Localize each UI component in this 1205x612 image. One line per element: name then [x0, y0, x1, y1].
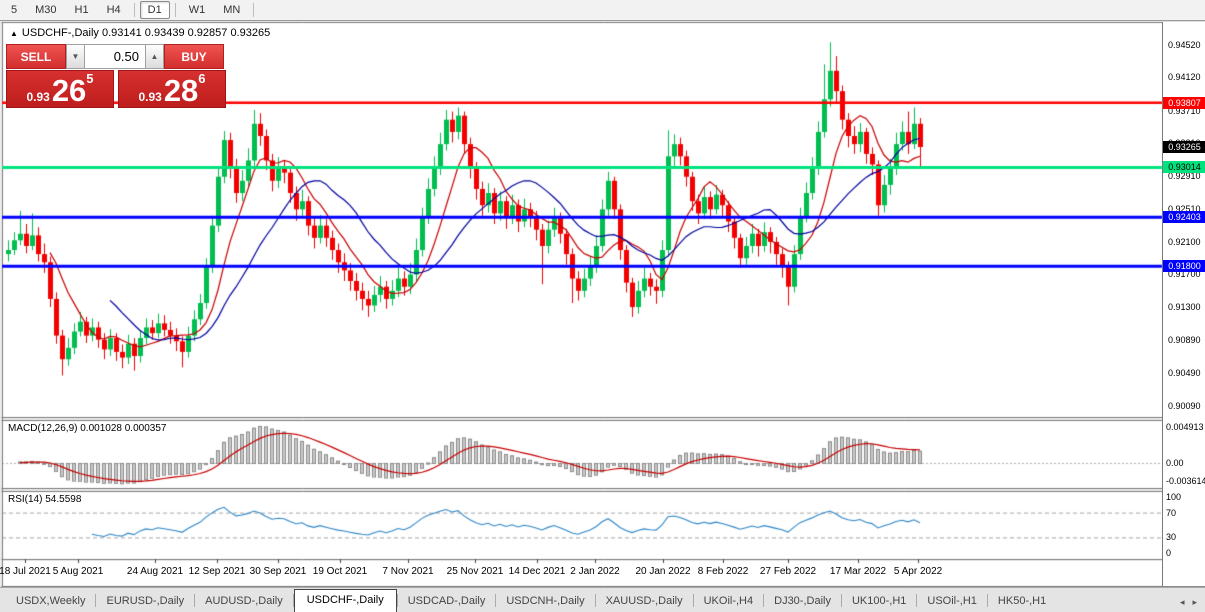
macd-axis-min: -0.003614 — [1166, 476, 1205, 486]
tab-eurusd-daily[interactable]: EURUSD-,Daily — [96, 591, 194, 612]
price-axis-tick: 0.90090 — [1168, 401, 1201, 411]
date-label: 14 Dec 2021 — [509, 566, 566, 577]
buy-price-big: 28 — [164, 78, 198, 104]
tab-usdchf-daily[interactable]: USDCHF-,Daily — [294, 589, 397, 612]
price-axis-tick: 0.94120 — [1168, 72, 1201, 82]
trading-platform-window: 5M30H1H4D1W1MN ▲USDCHF-,Daily 0.93141 0.… — [0, 0, 1205, 612]
date-label: 8 Feb 2022 — [698, 566, 749, 577]
date-label: 2 Jan 2022 — [570, 566, 620, 577]
price-badge-0.91800: 0.91800 — [1163, 260, 1205, 272]
price-axis-tick: 0.92100 — [1168, 237, 1201, 247]
timeframe-button-w1[interactable]: W1 — [181, 1, 214, 19]
sell-price-sup: 5 — [86, 73, 93, 85]
chart-header: ▲ USDCHF-,Daily 0.93141 0.93439 0.92857 0… — [10, 27, 270, 39]
one-click-trading-widget: SELL ▼ ▲ BUY 0.93 26 5 0.93 28 6 — [6, 44, 228, 108]
date-label: 18 Jul 2021 — [0, 566, 51, 577]
sell-price-prefix: 0.93 — [26, 90, 49, 104]
tab-usoil-h1[interactable]: USOil-,H1 — [917, 591, 987, 612]
tab-scroll-buttons: ◂▸ — [1176, 596, 1201, 609]
date-label: 25 Nov 2021 — [447, 566, 504, 577]
volume-input[interactable] — [85, 44, 145, 69]
buy-price-display[interactable]: 0.93 28 6 — [118, 70, 226, 108]
tab-scroll-right-button[interactable]: ▸ — [1188, 596, 1201, 609]
tab-audusd-daily[interactable]: AUDUSD-,Daily — [195, 591, 293, 612]
tab-usdcnh-daily[interactable]: USDCNH-,Daily — [496, 591, 594, 612]
date-label: 19 Oct 2021 — [313, 566, 367, 577]
timeframe-button-h1[interactable]: H1 — [67, 1, 97, 19]
chart-ohlc-values: 0.93141 0.93439 0.92857 0.93265 — [102, 27, 270, 39]
price-axis-tick: 0.90890 — [1168, 335, 1201, 345]
price-axis-tick: 0.90490 — [1168, 368, 1201, 378]
price-badge-0.93014: 0.93014 — [1163, 161, 1205, 173]
rsi-axis-100: 100 — [1166, 492, 1181, 502]
date-label: 20 Jan 2022 — [635, 566, 690, 577]
price-axis-tick: 0.94520 — [1168, 40, 1201, 50]
chart-title: USDCHF-,Daily — [22, 27, 99, 39]
sell-price-big: 26 — [52, 78, 86, 104]
sell-price-display[interactable]: 0.93 26 5 — [6, 70, 114, 108]
price-badge-0.93265: 0.93265 — [1163, 141, 1205, 153]
price-badge-0.93807: 0.93807 — [1163, 97, 1205, 109]
chart-tab-bar: USDX,WeeklyEURUSD-,DailyAUDUSD-,DailyUSD… — [0, 587, 1205, 612]
toolbar-separator — [175, 3, 176, 17]
rsi-axis-30: 30 — [1166, 532, 1176, 542]
tab-ukoil-h4[interactable]: UKOil-,H4 — [694, 591, 764, 612]
timeframe-button-5[interactable]: 5 — [3, 1, 25, 19]
tab-usdx-weekly[interactable]: USDX,Weekly — [6, 591, 95, 612]
macd-axis-max: 0.004913 — [1166, 422, 1204, 432]
tab-scroll-left-button[interactable]: ◂ — [1176, 596, 1189, 609]
buy-button[interactable]: BUY — [164, 44, 224, 69]
timeframe-button-d1[interactable]: D1 — [140, 1, 170, 19]
price-axis: 0.945200.941200.937100.933100.929100.925… — [1162, 22, 1205, 586]
tab-dj30-daily[interactable]: DJ30-,Daily — [764, 591, 841, 612]
timeframe-button-mn[interactable]: MN — [215, 1, 248, 19]
date-label: 27 Feb 2022 — [760, 566, 816, 577]
sell-button[interactable]: SELL — [6, 44, 66, 69]
timeframe-button-m30[interactable]: M30 — [27, 1, 64, 19]
collapse-arrow-icon[interactable]: ▲ — [10, 29, 18, 38]
rsi-indicator-label: RSI(14) 54.5598 — [8, 494, 81, 505]
timeframe-button-h4[interactable]: H4 — [99, 1, 129, 19]
date-label: 30 Sep 2021 — [250, 566, 307, 577]
buy-price-prefix: 0.93 — [138, 90, 161, 104]
macd-axis-zero: 0.00 — [1166, 458, 1184, 468]
volume-increase-button[interactable]: ▲ — [145, 44, 164, 69]
rsi-axis-70: 70 — [1166, 508, 1176, 518]
date-label: 5 Apr 2022 — [894, 566, 942, 577]
tab-uk100-h1[interactable]: UK100-,H1 — [842, 591, 916, 612]
toolbar-separator — [134, 3, 135, 17]
rsi-axis-0: 0 — [1166, 548, 1171, 558]
timeframe-toolbar: 5M30H1H4 D1 W1MN — [0, 0, 1205, 21]
buy-price-sup: 6 — [198, 73, 205, 85]
date-label: 5 Aug 2021 — [53, 566, 104, 577]
date-label: 12 Sep 2021 — [189, 566, 246, 577]
tab-hk50-h1[interactable]: HK50-,H1 — [988, 591, 1056, 612]
price-badge-0.92403: 0.92403 — [1163, 211, 1205, 223]
toolbar-separator — [253, 3, 254, 17]
date-label: 24 Aug 2021 — [127, 566, 183, 577]
tab-usdcad-daily[interactable]: USDCAD-,Daily — [398, 591, 496, 612]
price-axis-tick: 0.91300 — [1168, 302, 1201, 312]
volume-decrease-button[interactable]: ▼ — [66, 44, 85, 69]
date-label: 7 Nov 2021 — [382, 566, 433, 577]
date-label: 17 Mar 2022 — [830, 566, 886, 577]
tab-xauusd-daily[interactable]: XAUUSD-,Daily — [596, 591, 693, 612]
macd-indicator-label: MACD(12,26,9) 0.001028 0.000357 — [8, 423, 166, 434]
